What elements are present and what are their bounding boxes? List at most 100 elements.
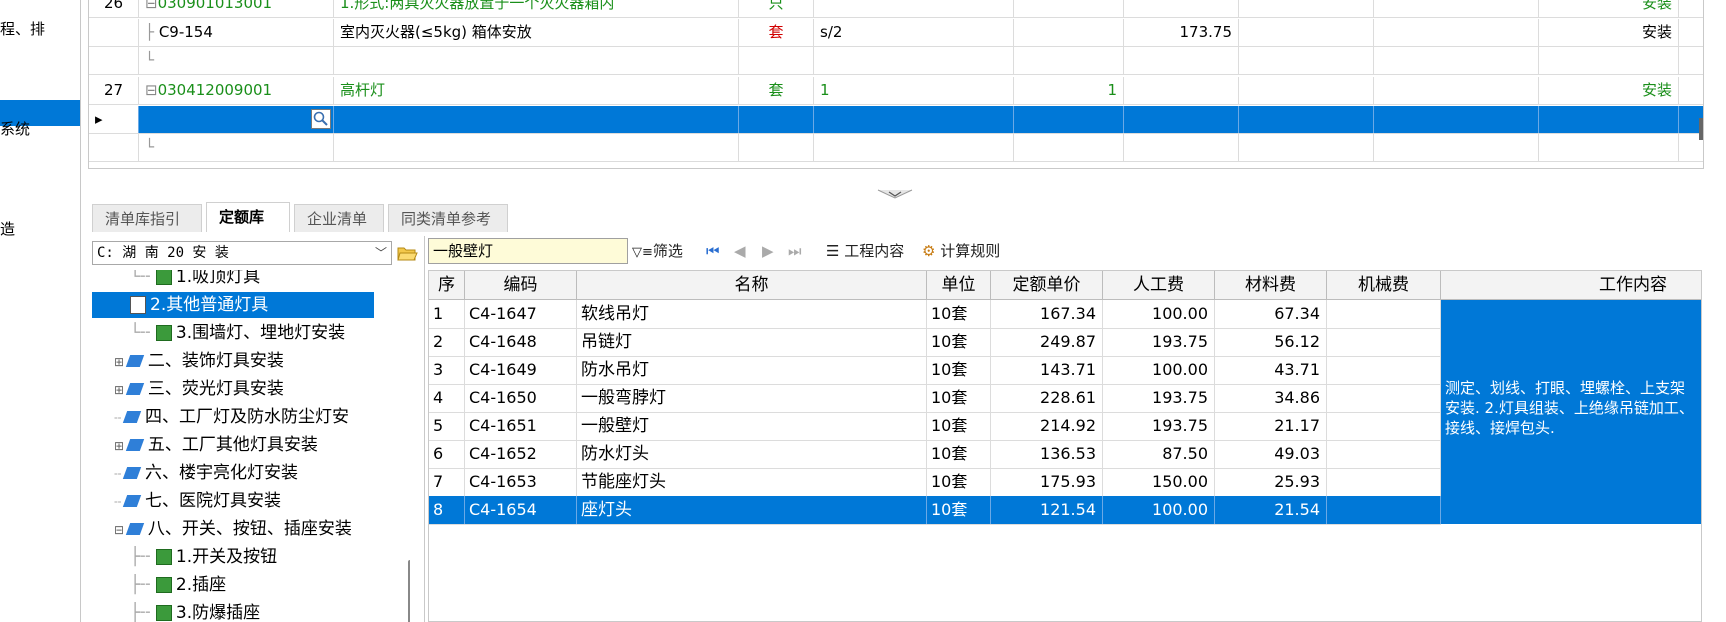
cell-material: 21.54: [1215, 496, 1327, 524]
lookup-search-icon[interactable]: [311, 109, 331, 129]
table-row-selected[interactable]: ▸: [89, 106, 1703, 134]
cell-material: 34.86: [1215, 384, 1327, 412]
row-code: └: [139, 47, 334, 74]
left-nav-item[interactable]: 程、排: [0, 18, 45, 39]
tree-node-selected[interactable]: 2.其他普通灯具: [92, 292, 374, 318]
left-nav-item[interactable]: 系统: [0, 118, 30, 139]
row-qty: [814, 47, 1014, 74]
work-content-cell[interactable]: 测定、划线、打眼、埋螺栓、上支架安装. 2.灯具组装、上绝缘吊链加工、接线、接焊…: [1441, 300, 1701, 524]
table-row[interactable]: 5 C4-1651 一般壁灯 10套 214.92 193.75 21.17: [429, 412, 1441, 441]
table-row[interactable]: └: [89, 47, 1703, 75]
table-row-selected[interactable]: 8 C4-1654 座灯头 10套 121.54 100.00 21.54: [429, 496, 1441, 525]
row-qty2: [1014, 106, 1124, 133]
library-select-value: C: 湖 南 20 安 装: [97, 245, 229, 261]
cell-machine: [1327, 440, 1441, 468]
table-row[interactable]: 1 C4-1647 软线吊灯 10套 167.34 100.00 67.34: [429, 300, 1441, 329]
tree-node[interactable]: ⊞ 二、装饰灯具安装: [114, 348, 284, 374]
cell-labor: 193.75: [1103, 384, 1215, 412]
book-icon: [125, 523, 145, 535]
tree-node[interactable]: ╌ 七、医院灯具安装: [114, 488, 281, 514]
tree-node[interactable]: ╌ 四、工厂灯及防水防尘灯安: [114, 404, 349, 430]
row-qty2: [1014, 134, 1124, 161]
cell-code: C4-1653: [465, 468, 577, 496]
column-header-code[interactable]: 编码: [465, 271, 577, 299]
open-folder-icon[interactable]: [396, 242, 418, 264]
vertical-scrollbar[interactable]: [1699, 118, 1703, 140]
cell-seq: 4: [429, 384, 465, 412]
cell-unit: 10套: [927, 440, 991, 468]
quota-tree: └╌ 1.吸顶灯具 2.其他普通灯具 └╌ 3.围墙灯、埋地灯安装 ⊞ 二、装饰…: [90, 270, 410, 622]
table-row[interactable]: 3 C4-1649 防水吊灯 10套 143.71 100.00 43.71: [429, 356, 1441, 385]
filter-button[interactable]: ▽≡筛选: [632, 240, 683, 262]
tree-node[interactable]: ├╌ 3.防爆插座: [130, 600, 260, 622]
column-header-name[interactable]: 名称: [577, 271, 927, 299]
column-header-work-content[interactable]: 工作内容: [1441, 271, 1701, 299]
row-qty2: [1014, 0, 1124, 17]
tree-node[interactable]: ⊟ 八、开关、按钮、插座安装: [114, 516, 352, 542]
row-code: ⊟030412009001: [139, 77, 334, 104]
row-col: [1374, 19, 1539, 46]
column-header-price[interactable]: 定额单价: [991, 271, 1103, 299]
leaf-icon: [155, 605, 172, 621]
tree-node[interactable]: ⊞ 五、工厂其他灯具安装: [114, 432, 318, 458]
work-content-button[interactable]: ☰ 工程内容: [826, 240, 904, 262]
tree-node-label: 二、装饰灯具安装: [147, 351, 284, 371]
row-price: [1124, 77, 1239, 104]
tree-node[interactable]: ├╌ 2.插座: [130, 572, 226, 598]
cell-labor: 150.00: [1103, 468, 1215, 496]
bill-items-grid: 26 ⊟030901013001 1.形式:两具灭火器放置于一个灭火器箱内 只 …: [88, 0, 1704, 169]
cell-labor: 100.00: [1103, 496, 1215, 524]
table-row[interactable]: 2 C4-1648 吊链灯 10套 249.87 193.75 56.12: [429, 328, 1441, 357]
quota-search-input[interactable]: 一般壁灯: [428, 238, 628, 264]
cell-code: C4-1654: [465, 496, 577, 524]
first-record-icon[interactable]: ⏮: [706, 240, 720, 262]
row-price: [1124, 134, 1239, 161]
tree-node[interactable]: └╌ 1.吸顶灯具: [130, 270, 260, 290]
last-record-icon[interactable]: ⏭: [788, 240, 802, 262]
cell-material: 67.34: [1215, 300, 1327, 328]
table-row[interactable]: 7 C4-1653 节能座灯头 10套 175.93 150.00 25.93: [429, 468, 1441, 497]
row-col: [1374, 0, 1539, 17]
tab-quota-library[interactable]: 定额库: [206, 202, 290, 232]
splitter-handle[interactable]: [874, 186, 916, 199]
row-qty: 1: [814, 77, 1014, 104]
chevron-down-icon[interactable]: ﹀: [375, 242, 387, 264]
tree-node[interactable]: ├╌ 1.开关及按钮: [130, 544, 277, 570]
cell-machine: [1327, 328, 1441, 356]
table-row[interactable]: ├ C9-154 室内灭火器(≤5kg) 箱体安放 套 s/2 173.75 安…: [89, 19, 1703, 47]
row-qty2: [1014, 47, 1124, 74]
table-row[interactable]: 6 C4-1652 防水灯头 10套 136.53 87.50 49.03: [429, 440, 1441, 469]
table-row[interactable]: 4 C4-1650 一般弯脖灯 10套 228.61 193.75 34.86: [429, 384, 1441, 413]
tab-bill-guide[interactable]: 清单库指引: [92, 204, 202, 232]
tree-node[interactable]: ╌ 六、楼宇亮化灯安装: [114, 460, 298, 486]
column-header-unit[interactable]: 单位: [927, 271, 991, 299]
cell-seq: 2: [429, 328, 465, 356]
calc-rule-button[interactable]: ⚙ 计算规则: [922, 240, 1000, 262]
tab-enterprise-bill[interactable]: 企业清单: [294, 204, 384, 232]
cell-machine: [1327, 356, 1441, 384]
left-nav-item[interactable]: 造: [0, 218, 15, 239]
cell-unit: 10套: [927, 468, 991, 496]
table-row[interactable]: 26 ⊟030901013001 1.形式:两具灭火器放置于一个灭火器箱内 只 …: [89, 0, 1703, 18]
cell-seq: 6: [429, 440, 465, 468]
row-name: [334, 134, 739, 161]
next-record-icon[interactable]: ▶: [762, 240, 774, 262]
row-code-editor[interactable]: [139, 106, 334, 133]
row-col: [1239, 19, 1374, 46]
column-header-material[interactable]: 材料费: [1215, 271, 1327, 299]
table-row[interactable]: 27 ⊟030412009001 高杆灯 套 1 1 安装: [89, 77, 1703, 105]
tree-vertical-scrollbar[interactable]: [408, 560, 410, 622]
cell-labor: 193.75: [1103, 412, 1215, 440]
previous-record-icon[interactable]: ◀: [734, 240, 746, 262]
cell-machine: [1327, 384, 1441, 412]
cell-seq: 3: [429, 356, 465, 384]
column-header-machine[interactable]: 机械费: [1327, 271, 1441, 299]
cell-labor: 87.50: [1103, 440, 1215, 468]
library-select[interactable]: C: 湖 南 20 安 装 ﹀: [92, 241, 392, 265]
column-header-seq[interactable]: 序: [429, 271, 465, 299]
tab-similar-bill-reference[interactable]: 同类清单参考: [388, 204, 508, 232]
table-row[interactable]: └: [89, 134, 1703, 162]
tree-node[interactable]: └╌ 3.围墙灯、埋地灯安装: [130, 320, 345, 346]
tree-node[interactable]: ⊞ 三、荧光灯具安装: [114, 376, 284, 402]
column-header-labor[interactable]: 人工费: [1103, 271, 1215, 299]
